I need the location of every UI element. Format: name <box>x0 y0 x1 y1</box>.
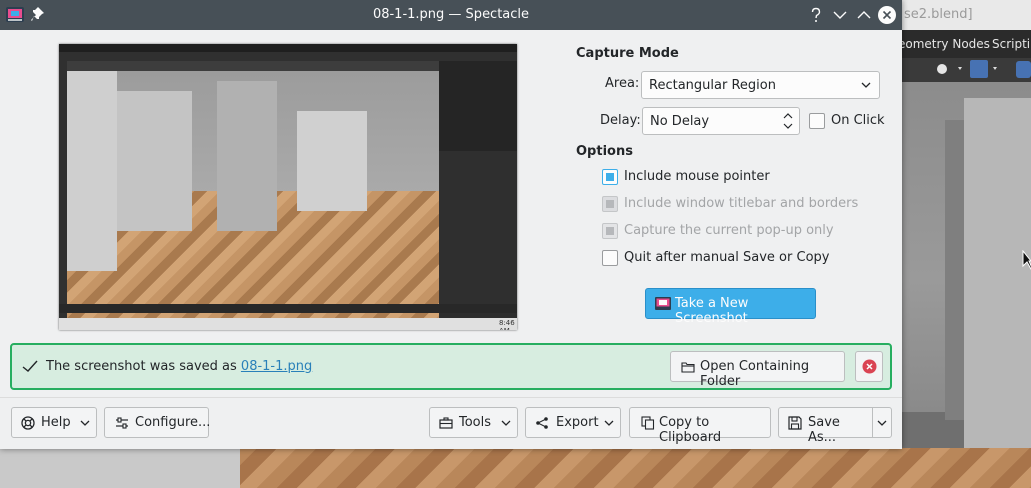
share-icon <box>536 417 548 429</box>
copy-to-clipboard-label: Copy to Clipboard <box>659 415 722 445</box>
include-titlebar-label[interactable]: Include window titlebar and borders <box>624 196 858 211</box>
delay-label: Delay: <box>600 113 641 128</box>
capture-mode-heading: Capture Mode <box>576 46 679 61</box>
settings-sliders-icon <box>116 417 128 429</box>
area-label: Area: <box>605 76 640 91</box>
preview-viewport <box>67 71 439 330</box>
saved-file-link[interactable]: 08-1-1.png <box>241 359 312 374</box>
spin-arrows-icon[interactable] <box>782 111 794 131</box>
save-as-label: Save As... <box>808 415 840 445</box>
tools-button[interactable]: Tools <box>429 407 518 438</box>
open-containing-folder-button[interactable]: Open Containing Folder <box>670 351 845 389</box>
maximize-icon[interactable] <box>854 5 874 25</box>
on-click-label[interactable]: On Click <box>831 113 885 128</box>
export-label: Export <box>556 415 599 430</box>
preview-wall <box>117 91 192 231</box>
chevron-down-icon <box>861 82 871 88</box>
preview-wall <box>217 81 277 231</box>
preview-toolshelf <box>59 61 67 321</box>
close-window-icon[interactable] <box>877 5 897 25</box>
preview-properties <box>439 151 517 311</box>
options-heading: Options <box>576 144 633 159</box>
delay-spinbox[interactable]: No Delay <box>642 107 800 135</box>
checkmark-icon <box>22 360 38 372</box>
preview-toolbar <box>59 61 439 71</box>
on-click-checkbox[interactable] <box>809 113 825 129</box>
chevron-down-icon <box>604 420 614 426</box>
screenshot-icon <box>655 297 671 310</box>
preview-taskbar <box>59 318 517 330</box>
preview-clock: 8:46 AM <box>499 319 515 330</box>
background-wall <box>945 120 965 420</box>
export-button[interactable]: Export <box>525 407 621 438</box>
tools-label: Tools <box>459 415 492 430</box>
background-tab-text: se2.blend] <box>904 7 973 22</box>
mouse-cursor-icon <box>1022 250 1031 270</box>
take-new-screenshot-label: Take a New Screenshot <box>675 296 749 326</box>
help-label: Help <box>41 415 71 430</box>
delay-value: No Delay <box>650 114 710 129</box>
chevron-down-icon <box>80 420 90 426</box>
capture-popup-checkbox[interactable] <box>602 223 618 239</box>
area-select-value: Rectangular Region <box>649 78 776 93</box>
background-menu-scripting: Scriptin <box>992 37 1031 51</box>
preview-menubar <box>59 52 517 61</box>
close-message-button[interactable] <box>855 351 883 382</box>
include-titlebar-checkbox[interactable] <box>602 196 618 212</box>
preview-wall <box>67 71 117 271</box>
background-menu-geometry-nodes: eometry Nodes <box>898 37 990 51</box>
configure-label: Configure... <box>135 415 211 430</box>
background-wall <box>964 98 1031 478</box>
saved-message-text: The screenshot was saved as 08-1-1.png <box>46 359 312 374</box>
window-title: 08-1-1.png — Spectacle <box>372 7 530 22</box>
background-tool-icons <box>937 60 1031 78</box>
preview-wall <box>297 111 367 211</box>
help-button[interactable]: Help <box>11 407 97 438</box>
titlebar: 08-1-1.png — Spectacle <box>0 0 902 30</box>
lifebuoy-icon <box>21 416 35 430</box>
save-as-button[interactable]: Save As... <box>778 407 873 445</box>
area-select[interactable]: Rectangular Region <box>641 71 880 99</box>
background-menubar: eometry Nodes Scriptin <box>898 30 1031 58</box>
saved-message-bar: The screenshot was saved as 08-1-1.png O… <box>10 343 892 390</box>
capture-popup-label[interactable]: Capture the current pop-up only <box>624 223 834 238</box>
copy-icon <box>641 416 655 430</box>
close-circle-icon <box>862 359 877 374</box>
copy-to-clipboard-button[interactable]: Copy to Clipboard <box>629 407 771 445</box>
include-mouse-pointer-checkbox[interactable] <box>602 169 618 185</box>
minimize-icon[interactable] <box>830 5 850 25</box>
spectacle-window: 08-1-1.png — Spectacle 8:46 Capture Mode… <box>0 0 902 449</box>
background-toolbar <box>900 58 1031 82</box>
chevron-down-icon <box>501 420 511 426</box>
quit-after-save-label[interactable]: Quit after manual Save or Copy <box>624 250 829 265</box>
chevron-down-icon <box>877 420 887 426</box>
help-titlebar-icon[interactable] <box>806 5 826 25</box>
folder-icon <box>681 362 695 373</box>
open-containing-folder-label: Open Containing Folder <box>700 359 810 389</box>
configure-button[interactable]: Configure... <box>104 407 211 438</box>
screenshot-preview[interactable]: 8:46 AM <box>59 44 517 330</box>
background-tab: se2.blend] <box>900 0 1031 30</box>
preview-titlebar <box>59 44 517 52</box>
saved-message-prefix: The screenshot was saved as <box>46 359 241 374</box>
save-options-button[interactable] <box>872 407 892 438</box>
preview-outliner <box>439 61 517 151</box>
preview-statusbar <box>59 304 517 313</box>
toolbox-icon <box>439 417 453 429</box>
take-new-screenshot-button[interactable]: Take a New Screenshot <box>645 288 816 326</box>
quit-after-save-checkbox[interactable] <box>602 250 618 266</box>
save-icon <box>788 416 802 430</box>
separator <box>0 397 902 398</box>
include-mouse-pointer-label[interactable]: Include mouse pointer <box>624 169 770 184</box>
background-wall <box>0 448 240 488</box>
